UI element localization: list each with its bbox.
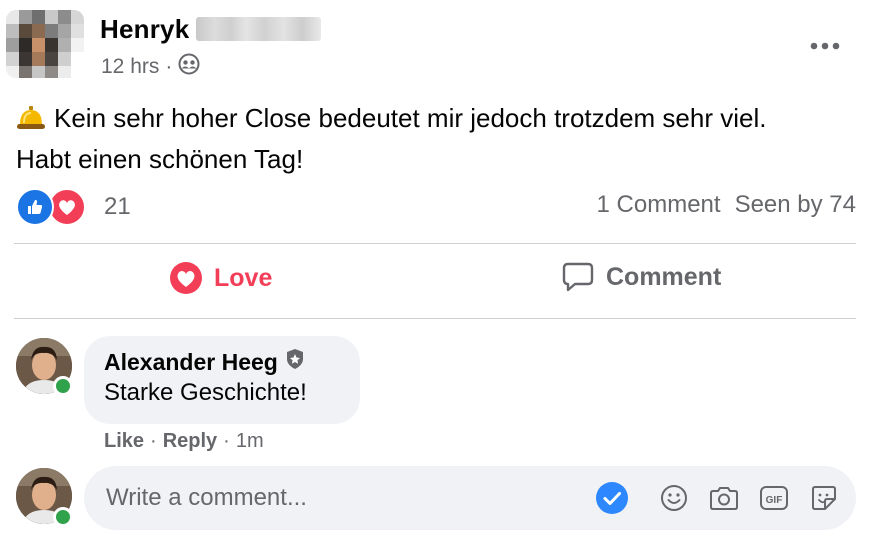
comment-actions-sep: · xyxy=(150,430,157,452)
emoji-icon[interactable] xyxy=(658,482,690,514)
commenter-name-row: Alexander Heeg xyxy=(104,348,305,376)
comments-count-link[interactable]: 1 Comment xyxy=(597,191,721,219)
gif-icon[interactable]: GIF xyxy=(758,482,790,514)
post-time[interactable]: 12 hrs xyxy=(101,55,159,79)
love-action-label: Love xyxy=(214,263,273,292)
comment-input-placeholder[interactable]: Write a comment... xyxy=(106,484,307,512)
sticker-icon[interactable] xyxy=(808,482,840,514)
check-icon[interactable] xyxy=(596,482,628,514)
post-meta: 12 hrs · xyxy=(101,53,200,81)
online-status-dot xyxy=(53,376,73,396)
author-avatar[interactable] xyxy=(6,10,84,78)
post-text-line1: Kein sehr hoher Close bedeutet mir jedoc… xyxy=(54,103,767,133)
bell-icon xyxy=(16,104,46,141)
reaction-count[interactable]: 21 xyxy=(104,193,131,221)
author-name[interactable]: Henryk xyxy=(100,14,189,45)
comment-text: Starke Geschichte! xyxy=(104,379,307,406)
comment-like-link[interactable]: Like xyxy=(104,430,144,453)
friends-icon[interactable] xyxy=(178,53,200,81)
comment-action-button[interactable]: Comment xyxy=(562,262,721,292)
divider-top xyxy=(14,243,856,244)
seen-by-link[interactable]: Seen by 74 xyxy=(735,191,856,219)
composer-online-dot xyxy=(53,507,73,527)
comment-reply-link[interactable]: Reply xyxy=(163,430,217,453)
comment-action-label: Comment xyxy=(606,262,722,291)
like-reaction-icon xyxy=(16,188,54,226)
shield-badge-icon[interactable] xyxy=(285,348,305,376)
reactions-summary[interactable]: 21 xyxy=(16,188,131,226)
more-options-button[interactable] xyxy=(808,32,842,60)
comment-time[interactable]: 1m xyxy=(236,430,264,453)
comment-bubble-icon xyxy=(562,262,594,292)
post-stats: 1 Comment Seen by 74 xyxy=(597,191,856,219)
author-surname-blurred xyxy=(196,17,321,41)
more-dots-icon xyxy=(810,42,840,50)
commenter-name[interactable]: Alexander Heeg xyxy=(104,349,278,376)
love-heart-icon xyxy=(170,262,202,294)
post-text: Kein sehr hoher Close bedeutet mir jedoc… xyxy=(16,100,866,178)
camera-icon[interactable] xyxy=(708,482,740,514)
comment-actions-sep2: · xyxy=(223,430,230,452)
meta-separator: · xyxy=(165,55,173,78)
divider-bottom xyxy=(14,318,856,319)
love-action-button[interactable]: Love xyxy=(170,262,272,294)
svg-text:GIF: GIF xyxy=(766,495,783,506)
comment-actions: Like · Reply · 1m xyxy=(104,430,264,453)
post-text-line2: Habt einen schönen Tag! xyxy=(16,144,304,174)
